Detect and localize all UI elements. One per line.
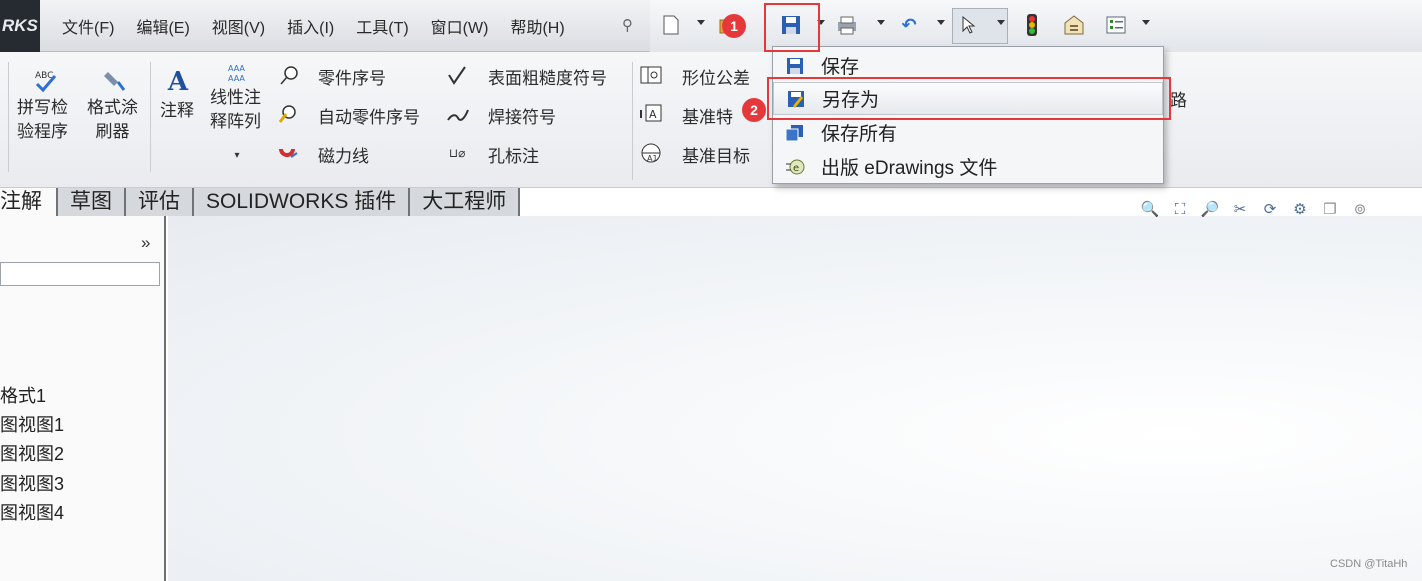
menu-item-save-all-label: 保存所有 bbox=[821, 124, 898, 145]
svg-text:AAA: AAA bbox=[228, 64, 245, 73]
undo-dropdown-caret[interactable] bbox=[937, 20, 945, 25]
auto-balloon-icon[interactable] bbox=[276, 103, 300, 125]
geometric-tolerance-icon[interactable] bbox=[639, 64, 663, 86]
linear-note-pattern-icon[interactable]: AAA AAA bbox=[226, 62, 252, 86]
display-style-icon[interactable]: ❒ bbox=[1318, 197, 1342, 221]
zoom-to-fit-icon[interactable]: 🔍 bbox=[1138, 197, 1162, 221]
format-painter-label[interactable]: 格式涂 刷器 bbox=[87, 96, 138, 144]
save-icon bbox=[783, 55, 807, 77]
auto-balloon-label[interactable]: 自动零件序号 bbox=[318, 103, 420, 128]
balloon-icon[interactable] bbox=[278, 64, 300, 86]
file-properties-icon[interactable] bbox=[1063, 13, 1085, 37]
save-all-icon bbox=[783, 122, 807, 144]
panel-expand-icon[interactable]: » bbox=[141, 233, 150, 253]
new-dropdown-caret[interactable] bbox=[697, 20, 705, 25]
menu-bar: 文件(F) 编辑(E) 视图(V) 插入(I) 工具(T) 窗口(W) 帮助(H… bbox=[40, 0, 650, 52]
ribbon-more-caret-icon[interactable]: ▾ bbox=[230, 148, 244, 162]
menu-tools[interactable]: 工具(T) bbox=[356, 14, 408, 38]
spell-check-icon[interactable]: ABC bbox=[32, 68, 60, 94]
tab-annotation[interactable]: 注解 bbox=[0, 188, 58, 216]
ribbon-partial-label[interactable]: 路 bbox=[1170, 86, 1187, 111]
menu-item-save-label: 保存 bbox=[821, 57, 860, 78]
heads-up-view-toolbar: 🔍 ⛶ 🔎 ✂ ⟳ ⚙ ❒ ⊚ bbox=[1138, 196, 1422, 222]
svg-text:A1: A1 bbox=[647, 154, 658, 163]
note-label[interactable]: 注释 bbox=[160, 96, 194, 121]
ribbon-separator bbox=[8, 62, 9, 172]
menu-file[interactable]: 文件(F) bbox=[62, 14, 114, 38]
step-badge-1: 1 bbox=[722, 14, 746, 38]
apply-scene-icon[interactable]: ⚙ bbox=[1288, 197, 1312, 221]
app-logo: RKS bbox=[0, 0, 40, 52]
datum-feature-label[interactable]: 基准特 bbox=[682, 103, 733, 128]
tree-item-sheet-format[interactable]: 格式1 bbox=[0, 382, 46, 408]
step-badge-2: 2 bbox=[742, 98, 766, 122]
panel-filter-input[interactable] bbox=[0, 262, 160, 286]
hole-callout-label[interactable]: 孔标注 bbox=[488, 142, 539, 167]
note-icon[interactable]: A bbox=[164, 67, 192, 97]
tree-item-view-2[interactable]: 图视图2 bbox=[0, 440, 64, 466]
svg-text:e: e bbox=[793, 163, 799, 174]
magnetic-line-label[interactable]: 磁力线 bbox=[318, 142, 369, 167]
menu-item-save-all[interactable]: 保存所有 bbox=[773, 116, 1163, 149]
options-dropdown-caret[interactable] bbox=[1142, 20, 1150, 25]
magnetic-line-icon[interactable] bbox=[276, 142, 300, 164]
svg-text:AAA: AAA bbox=[228, 74, 245, 83]
surface-finish-icon[interactable] bbox=[446, 64, 468, 86]
linear-note-pattern-label[interactable]: 线性注 释阵列 bbox=[210, 86, 261, 134]
datum-target-label[interactable]: 基准目标 bbox=[682, 142, 750, 167]
print-icon[interactable] bbox=[836, 13, 858, 37]
select-cursor-icon[interactable] bbox=[958, 13, 980, 37]
tree-item-view-3[interactable]: 图视图3 bbox=[0, 470, 64, 496]
geometric-tolerance-label[interactable]: 形位公差 bbox=[682, 64, 750, 89]
menu-help[interactable]: 帮助(H) bbox=[510, 14, 564, 38]
tab-evaluate[interactable]: 评估 bbox=[126, 188, 194, 216]
datum-feature-icon[interactable]: A bbox=[639, 103, 663, 125]
menu-item-publish-edrawings-label: 出版 eDrawings 文件 bbox=[821, 158, 998, 179]
previous-view-icon[interactable]: 🔎 bbox=[1198, 197, 1222, 221]
ribbon-separator bbox=[150, 62, 151, 172]
menu-window[interactable]: 窗口(W) bbox=[431, 14, 489, 38]
tab-solidworks-addins[interactable]: SOLIDWORKS 插件 bbox=[194, 188, 411, 216]
new-document-icon[interactable] bbox=[660, 13, 682, 37]
weld-symbol-label[interactable]: 焊接符号 bbox=[488, 103, 556, 128]
surface-finish-label[interactable]: 表面粗糙度符号 bbox=[488, 64, 607, 89]
format-painter-icon[interactable] bbox=[101, 68, 129, 94]
pin-icon[interactable]: ⚲ bbox=[622, 16, 636, 34]
hole-callout-icon[interactable]: ⊔⌀ bbox=[444, 142, 470, 164]
edrawings-icon: e bbox=[783, 156, 807, 178]
select-dropdown-caret[interactable] bbox=[997, 20, 1005, 25]
menu-view[interactable]: 视图(V) bbox=[212, 14, 265, 38]
datum-target-icon[interactable]: A1 bbox=[639, 142, 663, 164]
options-icon[interactable] bbox=[1105, 13, 1127, 37]
section-view-icon[interactable]: ✂ bbox=[1228, 197, 1252, 221]
graphics-area[interactable] bbox=[168, 216, 1422, 581]
menu-item-publish-edrawings[interactable]: e 出版 eDrawings 文件 bbox=[773, 150, 1163, 183]
tab-sketch[interactable]: 草图 bbox=[58, 188, 126, 216]
undo-icon[interactable]: ↶ bbox=[898, 13, 920, 37]
rotate-view-icon[interactable]: ⟳ bbox=[1258, 197, 1282, 221]
spell-check-label[interactable]: 拼写检 验程序 bbox=[17, 96, 68, 144]
highlight-save-as-item bbox=[767, 77, 1171, 120]
tree-item-view-1[interactable]: 图视图1 bbox=[0, 411, 64, 437]
ribbon-separator bbox=[632, 62, 633, 180]
highlight-save-button bbox=[764, 3, 820, 52]
weld-symbol-icon[interactable] bbox=[446, 103, 470, 125]
svg-text:A: A bbox=[649, 108, 657, 121]
balloon-label[interactable]: 零件序号 bbox=[318, 64, 386, 89]
zoom-to-area-icon[interactable]: ⛶ bbox=[1168, 197, 1192, 221]
menu-edit[interactable]: 编辑(E) bbox=[136, 14, 189, 38]
hide-show-items-icon[interactable]: ⊚ bbox=[1348, 197, 1372, 221]
rebuild-traffic-light-icon[interactable] bbox=[1021, 13, 1043, 37]
tree-item-view-4[interactable]: 图视图4 bbox=[0, 499, 64, 525]
menu-insert[interactable]: 插入(I) bbox=[287, 14, 334, 38]
command-manager-ribbon: ABC 拼写检 验程序 格式涂 刷器 A 注释 AAA AAA 线性注 释阵列 ▾… bbox=[0, 52, 1422, 188]
print-dropdown-caret[interactable] bbox=[877, 20, 885, 25]
command-tabs: 注解 草图 评估 SOLIDWORKS 插件 大工程师 bbox=[0, 188, 521, 216]
tab-engineer[interactable]: 大工程师 bbox=[410, 188, 521, 216]
watermark: CSDN @TitaHh bbox=[1330, 558, 1408, 570]
